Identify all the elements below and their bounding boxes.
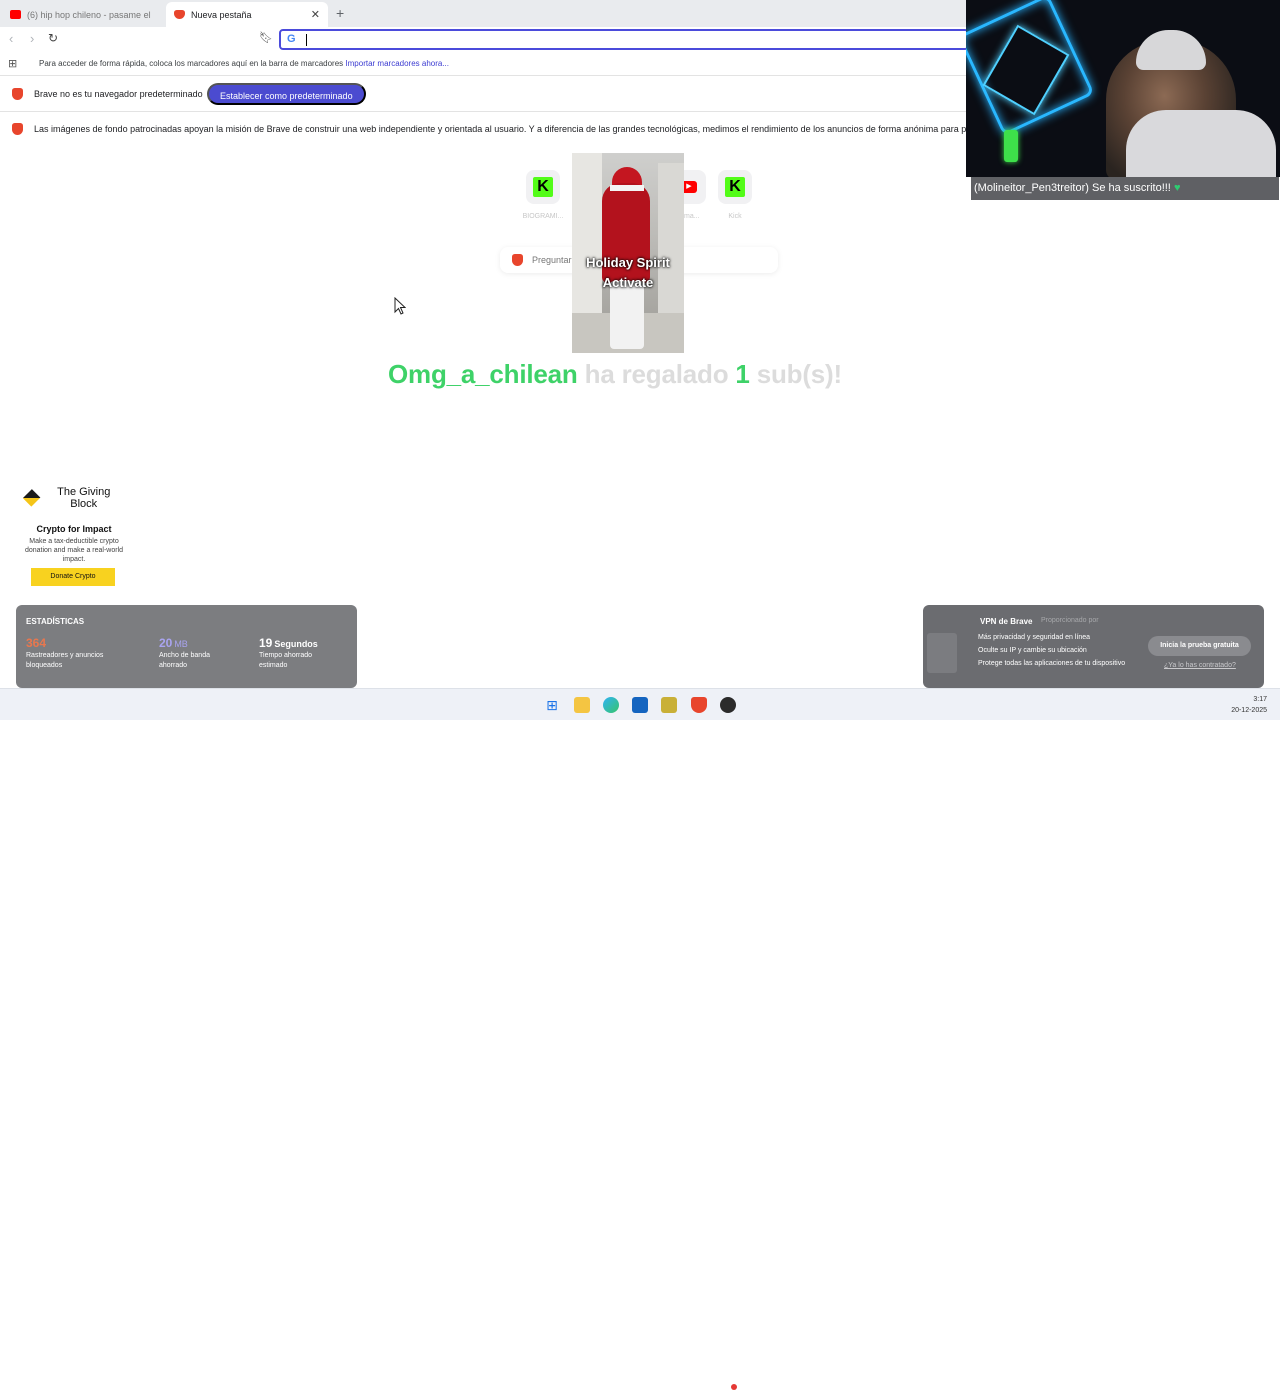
obs-icon[interactable] (720, 697, 736, 713)
default-browser-infobar: Brave no es tu navegador predeterminado … (0, 77, 966, 112)
vpn-provider: Proporcionado por (1041, 617, 1099, 624)
reload-icon[interactable]: ↻ (48, 31, 58, 45)
webcam-overlay (966, 0, 1280, 177)
subscriber-banner: (Molineitor_Pen3treitor) Se ha suscrito!… (971, 177, 1279, 200)
vpn-trial-button[interactable]: Inicia la prueba gratuita (1148, 636, 1251, 656)
system-clock[interactable]: 3:17 20-12-2025 (1231, 694, 1267, 716)
mouse-cursor-icon (394, 297, 406, 315)
shortcut-label: BIOGRAMI... (522, 213, 564, 220)
kick-icon: K (533, 177, 553, 197)
time-saved-value: 19 (259, 636, 273, 650)
stats-card: ESTADÍSTICAS 364 Rastreadores y anuncios… (16, 605, 357, 688)
vpn-feature: Protege todas las aplicaciones de tu dis… (978, 660, 1126, 667)
file-explorer-icon[interactable] (574, 697, 590, 713)
alert-video: Holiday Spirit Activate (572, 153, 684, 353)
sponsored-images-infobar: Las imágenes de fondo patrocinadas apoya… (0, 112, 966, 146)
vpn-card: VPN de Brave Proporcionado por Más priva… (923, 605, 1264, 688)
brave-lion-icon (12, 123, 23, 135)
giving-block-logo-icon (22, 489, 41, 507)
search-box-prompt: Preguntar (532, 255, 572, 265)
vpn-feature: Oculte su IP y cambie su ubicación (978, 647, 1087, 654)
text-caret (306, 34, 307, 46)
apps-grid-icon[interactable]: ⊞ (8, 57, 17, 70)
shortcut-tile[interactable]: K (718, 170, 752, 204)
vpn-title: VPN de Brave (980, 617, 1033, 626)
sponsored-images-message: Las imágenes de fondo patrocinadas apoya… (34, 124, 966, 134)
donate-crypto-button[interactable]: Donate Crypto (31, 568, 115, 586)
gifter-name: Omg_a_chilean (388, 359, 578, 389)
shortcut-label: Kick (728, 213, 742, 220)
windows-start-icon[interactable]: ⊞ (544, 697, 560, 713)
bookmark-bar: ⊞ Para acceder de forma rápida, coloca l… (0, 52, 966, 76)
time-saved-unit: Segundos (274, 639, 318, 649)
trackers-stat: 364 Rastreadores y anuncios bloqueados (26, 636, 126, 671)
gift-count: 1 (735, 359, 750, 389)
notification-badge (731, 1384, 737, 1390)
address-bar[interactable]: G (279, 29, 969, 50)
time-saved-stat: 19 Segundos Tiempo ahorrado estimado (259, 636, 339, 671)
bandwidth-value: 20 (159, 636, 173, 650)
clock-date: 20-12-2025 (1231, 707, 1267, 714)
bandwidth-unit: MB (174, 639, 188, 649)
bookmark-icon[interactable]: 🔖︎ (259, 31, 273, 44)
outlook-icon[interactable] (632, 697, 648, 713)
trackers-label: Rastreadores y anuncios bloqueados (26, 652, 104, 669)
vpn-shield-icon (927, 633, 957, 673)
tab-title: Nueva pestaña (191, 9, 252, 20)
close-tab-icon[interactable]: ✕ (311, 8, 320, 21)
kick-icon: K (725, 177, 745, 197)
default-browser-message: Brave no es tu navegador predeterminado (34, 89, 203, 99)
taskbar: ⊞ 3:17 20-12-2025 (0, 688, 1280, 1390)
back-icon[interactable]: ‹ (9, 31, 13, 46)
tab-new-tab[interactable]: Nueva pestaña ✕ (166, 2, 328, 27)
subscriber-message: (Molineitor_Pen3treitor) Se ha suscrito!… (974, 182, 1171, 194)
shortcut-tile[interactable]: K (526, 170, 560, 204)
green-heart-icon: ♥ (1173, 182, 1181, 194)
bookmark-bar-prompt: Para acceder de forma rápida, coloca los… (39, 59, 344, 68)
brave-lion-icon (12, 88, 23, 100)
clock-time: 3:17 (1253, 696, 1267, 703)
giving-block-title: Crypto for Impact (36, 524, 112, 534)
stats-heading: ESTADÍSTICAS (26, 617, 85, 626)
brave-lion-icon (174, 10, 185, 19)
gift-text-after: sub(s)! (756, 359, 842, 389)
trackers-value: 364 (26, 636, 47, 650)
edge-icon[interactable] (603, 697, 619, 713)
gift-alert-text: Omg_a_chilean ha regalado 1 sub(s)! (388, 359, 842, 390)
new-tab-button[interactable]: + (336, 5, 344, 21)
tab-title: (6) hip hop chileno - pasame el m (27, 9, 152, 20)
giving-block-logo-text: The Giving Block (57, 486, 111, 510)
alert-video-caption: Holiday Spirit Activate (586, 255, 670, 290)
time-saved-label: Tiempo ahorrado estimado (259, 652, 313, 669)
google-g-icon: G (287, 33, 296, 45)
brave-icon[interactable] (691, 697, 707, 713)
tab-strip: (6) hip hop chileno - pasame el m Nueva … (0, 0, 966, 27)
import-bookmarks-link[interactable]: Importar marcadores ahora... (345, 59, 449, 68)
app-icon[interactable] (661, 697, 677, 713)
tab-youtube[interactable]: (6) hip hop chileno - pasame el m (2, 2, 164, 27)
gift-text-before: ha regalado (584, 359, 729, 389)
toolbar: ‹ › ↻ 🔖︎ G (0, 27, 969, 52)
vpn-already-purchased-link[interactable]: ¿Ya lo has contratado? (1164, 662, 1236, 669)
youtube-icon (10, 10, 21, 19)
bandwidth-stat: 20 MB Ancho de banda ahorrado (159, 636, 239, 671)
giving-block-description: Make a tax-deductible crypto donation an… (24, 538, 124, 563)
bandwidth-label: Ancho de banda ahorrado (159, 652, 210, 669)
set-default-button[interactable]: Establecer como predeterminado (207, 83, 366, 105)
forward-icon[interactable]: › (30, 31, 34, 46)
vpn-feature: Más privacidad y seguridad en línea (978, 634, 1091, 641)
giving-block-widget: The Giving Block Crypto for Impact Make … (22, 486, 124, 586)
brave-lion-icon (512, 254, 523, 266)
